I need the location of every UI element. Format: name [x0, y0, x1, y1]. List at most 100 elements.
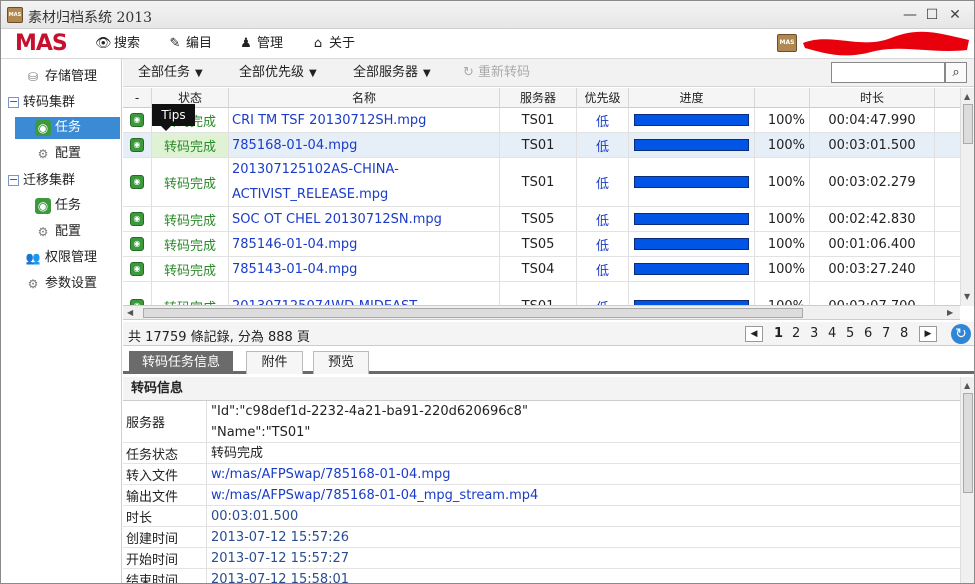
filter-server-dropdown[interactable]: 全部服务器 ▼ — [353, 65, 431, 81]
table-row[interactable]: ◉ 转码完成 785146-01-04.mpg TS05 低 100% 00:01:06.4… — [123, 232, 960, 257]
filter-priority-dropdown[interactable]: 全部优先级 ▼ — [239, 65, 317, 81]
progress-bar-fill — [635, 115, 748, 125]
page-number-link[interactable]: 5 — [846, 326, 854, 341]
refresh-icon: ↻ — [463, 65, 479, 80]
table-row[interactable]: ◉ 转码完成 785143-01-04.mpg TS04 低 100% 00:03:27.2… — [123, 257, 960, 282]
page-number-link[interactable]: 7 — [882, 326, 890, 341]
menu-catalog[interactable]: ✎ 编目 — [167, 35, 212, 53]
task-status-icon: ◉ — [130, 175, 144, 189]
sidebar-item-permissions[interactable]: 👥 权限管理 — [25, 247, 98, 269]
file-name-link[interactable]: 201307125102AS-CHINA-ACTIVIST_RELEASE.mp… — [229, 158, 500, 206]
sidebar-item-storage[interactable]: ⛁ 存储管理 — [25, 66, 97, 88]
table-horizontal-scrollbar[interactable]: ◀ ▶ — [123, 306, 960, 320]
filter-all-tasks-dropdown[interactable]: 全部任务 ▼ — [138, 65, 203, 81]
prev-page-icon[interactable]: ◀ — [745, 326, 763, 342]
menu-search[interactable]: 👁 搜索 — [95, 35, 140, 53]
table-vertical-scrollbar[interactable]: ▲ ▼ — [960, 88, 974, 306]
progress-bar-fill — [635, 177, 748, 187]
detail-value[interactable]: w:/mas/AFPSwap/785168-01-04.mpg — [211, 464, 451, 485]
menu-about[interactable]: ⌂ 关于 — [310, 35, 355, 53]
scroll-left-icon[interactable]: ◀ — [127, 308, 133, 317]
app-logo-icon: MAS — [7, 7, 23, 23]
scroll-right-icon[interactable]: ▶ — [947, 308, 953, 317]
tab-attachments[interactable]: 附件 — [246, 351, 303, 374]
table-row[interactable]: ◉ 转码完成201307125074WD-MIDEAST-TS01低 100%00:… — [123, 282, 960, 305]
sidebar-item-migrate-config[interactable]: ⚙ 配置 — [35, 221, 81, 243]
menu-manage-label: 管理 — [257, 36, 284, 51]
column-header[interactable] — [755, 88, 810, 108]
close-icon[interactable]: ✕ — [945, 5, 965, 25]
progress-bar-fill — [635, 239, 748, 249]
progress-percent: 100% — [755, 133, 810, 157]
file-name-link[interactable]: 785168-01-04.mpg — [229, 133, 500, 157]
detail-label: 服务器 — [123, 401, 207, 442]
scroll-thumb[interactable] — [963, 393, 973, 493]
collapse-toggle-icon[interactable]: − — [8, 96, 19, 108]
file-name-link[interactable]: SOC OT CHEL 20130712SN.mpg — [229, 207, 500, 231]
table-row[interactable]: ◉ 转码完成 SOC OT CHEL 20130712SN.mpg TS05 低 100%… — [123, 207, 960, 232]
column-header[interactable]: - — [123, 88, 152, 108]
scroll-down-icon[interactable]: ▼ — [964, 292, 970, 301]
filter-priority-label: 全部优先级 — [239, 65, 305, 80]
page-number-link[interactable]: 1 — [774, 326, 783, 341]
scroll-thumb[interactable] — [963, 104, 973, 144]
detail-vertical-scrollbar[interactable]: ▲ — [960, 377, 974, 583]
page-number-link[interactable]: 4 — [828, 326, 836, 341]
server-text: TS05 — [500, 207, 577, 231]
duration-text: 00:04:47.990 — [810, 108, 935, 132]
file-name-link[interactable]: CRI TM TSF 20130712SH.mpg — [229, 108, 500, 132]
progress-percent: 100% — [755, 232, 810, 256]
redacted-username — [803, 31, 969, 56]
search-icon[interactable]: ⌕ — [945, 62, 967, 83]
sidebar-item-migrate-tasks[interactable]: ◉ 任务 — [35, 195, 81, 217]
page-number-link[interactable]: 6 — [864, 326, 872, 341]
tab-transcode-info[interactable]: 转码任务信息 — [129, 351, 233, 374]
detail-label: 时长 — [123, 506, 207, 526]
sidebar-item-label: 任务 — [55, 198, 82, 213]
column-header[interactable]: 名称 — [229, 88, 500, 108]
sidebar-item-transcode-config[interactable]: ⚙ 配置 — [35, 143, 81, 165]
table-row[interactable]: ◉转码完成CRI TM TSF 20130712SH.mpgTS01低100%0… — [123, 108, 960, 133]
row-status-cell: ◉ — [123, 158, 152, 206]
sidebar-group-migrate[interactable]: − 迁移集群 — [8, 170, 75, 192]
detail-row: 开始时间 2013-07-12 15:57:27 — [123, 548, 960, 569]
file-name-link[interactable]: 785146-01-04.mpg — [229, 232, 500, 256]
search-input[interactable] — [831, 62, 945, 83]
progress-bar — [634, 238, 749, 250]
sidebar-group-transcode[interactable]: − 转码集群 — [8, 92, 75, 114]
menu-manage[interactable]: ♟ 管理 — [238, 35, 283, 53]
retranscode-label: 重新转码 — [478, 65, 531, 80]
detail-label: 创建时间 — [123, 527, 207, 547]
row-status-cell: ◉ — [123, 232, 152, 256]
detail-value[interactable]: w:/mas/AFPSwap/785168-01-04_mpg_stream.m… — [211, 485, 538, 506]
chevron-down-icon: ▼ — [309, 68, 317, 79]
file-name-link[interactable]: 201307125074WD-MIDEAST- — [229, 282, 500, 305]
tab-preview[interactable]: 预览 — [313, 351, 369, 374]
minimize-icon[interactable]: — — [900, 5, 920, 25]
scroll-up-icon[interactable]: ▲ — [964, 381, 970, 390]
collapse-toggle-icon[interactable]: − — [8, 174, 19, 186]
refresh-icon[interactable]: ↻ — [951, 324, 971, 344]
table-row[interactable]: ◉ 转码完成 785168-01-04.mpg TS01 低 100% 00:03:01.5… — [123, 133, 960, 158]
sidebar-item-settings[interactable]: ⚙ 参数设置 — [25, 273, 97, 295]
column-header[interactable]: 时长 — [810, 88, 935, 108]
scroll-thumb[interactable] — [143, 308, 803, 318]
sidebar-item-transcode-tasks[interactable]: ◉ 任务 — [15, 117, 120, 139]
progress-bar-fill — [635, 140, 748, 150]
column-header[interactable]: 进度 — [629, 88, 755, 108]
maximize-icon[interactable]: ☐ — [922, 5, 942, 25]
retranscode-button[interactable]: ↻ 重新转码 — [463, 65, 530, 81]
detail-row: 转入文件 w:/mas/AFPSwap/785168-01-04.mpg — [123, 464, 960, 485]
page-number-link[interactable]: 8 — [900, 326, 908, 341]
table-row[interactable]: ◉ 转码完成 201307125102AS-CHINA-ACTIVIST_RELEA… — [123, 158, 960, 207]
column-header[interactable]: 优先级 — [577, 88, 629, 108]
user-avatar[interactable]: MAS — [777, 34, 797, 52]
column-header[interactable]: 服务器 — [500, 88, 577, 108]
next-page-icon[interactable]: ▶ — [919, 326, 937, 342]
scroll-up-icon[interactable]: ▲ — [964, 92, 970, 101]
sidebar-item-label: 参数设置 — [45, 276, 98, 291]
page-number-link[interactable]: 2 — [792, 326, 800, 341]
file-name-link[interactable]: 785143-01-04.mpg — [229, 257, 500, 281]
progress-cell — [629, 207, 755, 231]
page-number-link[interactable]: 3 — [810, 326, 818, 341]
